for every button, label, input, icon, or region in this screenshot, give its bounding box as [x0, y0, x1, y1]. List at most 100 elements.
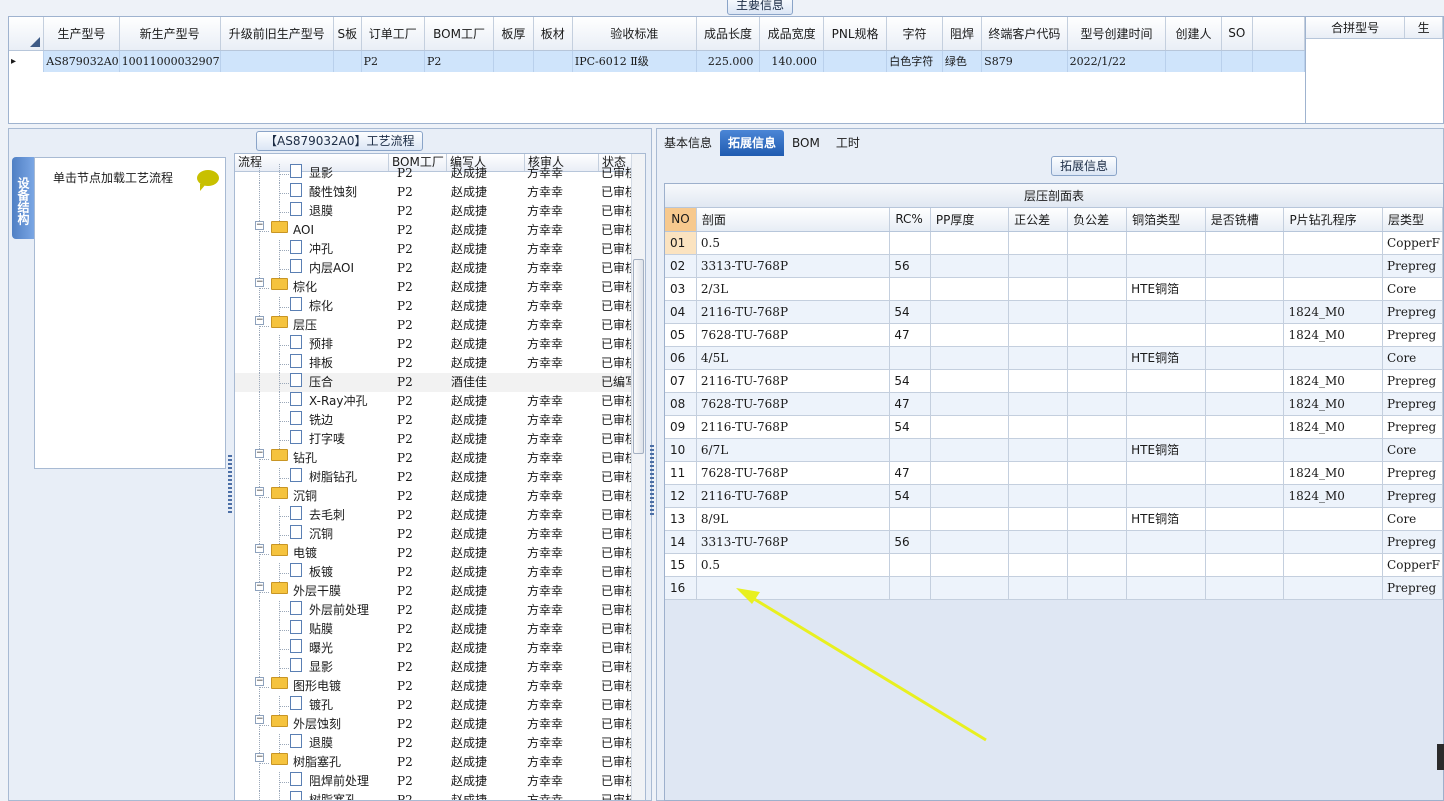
collapse-toggle-icon[interactable]: − [255, 316, 264, 325]
layup-cell[interactable] [1126, 415, 1206, 439]
layup-cell[interactable] [1008, 507, 1069, 531]
layup-cell[interactable] [1008, 392, 1069, 416]
layup-cell[interactable]: HTE铜箔 [1126, 346, 1206, 370]
column-header[interactable]: 成品长度 [696, 17, 761, 51]
column-header[interactable]: PNL规格 [823, 17, 888, 51]
layup-cell[interactable] [1008, 300, 1069, 324]
column-header[interactable]: 型号创建时间 [1067, 17, 1167, 51]
layup-cell[interactable] [1067, 507, 1128, 531]
layup-cell[interactable] [1008, 576, 1069, 600]
layup-cell[interactable] [1067, 369, 1128, 393]
layup-cell[interactable] [1067, 576, 1128, 600]
layup-cell[interactable] [930, 415, 1010, 439]
layup-cell[interactable] [1283, 530, 1384, 554]
tree-node[interactable]: −树脂塞孔P2赵成捷方幸幸已审核 [235, 753, 633, 772]
tab-basic-info[interactable]: 基本信息 [656, 130, 720, 156]
layup-cell[interactable] [1008, 438, 1069, 462]
layup-cell[interactable]: Core [1382, 438, 1443, 462]
layup-cell[interactable]: 11 [665, 461, 697, 485]
layup-cell[interactable]: CopperF [1382, 553, 1443, 577]
tree-node[interactable]: 外层前处理P2赵成捷方幸幸已审核 [235, 601, 633, 620]
layup-cell[interactable] [1008, 277, 1069, 301]
layup-cell[interactable]: 54 [889, 484, 931, 508]
layup-cell[interactable] [1008, 461, 1069, 485]
layup-cell[interactable] [1067, 300, 1128, 324]
layup-cell[interactable] [1067, 461, 1128, 485]
layup-row[interactable]: 11 7628-TU-768P 47 1824_M0 Prepreg [665, 461, 1443, 485]
layup-cell[interactable] [1067, 254, 1128, 278]
layup-cell[interactable] [1126, 369, 1206, 393]
tree-node[interactable]: 棕化P2赵成捷方幸幸已审核 [235, 297, 633, 316]
tree-node[interactable]: 压合P2酒佳佳已编写 [235, 373, 633, 392]
layup-cell[interactable]: 1824_M0 [1283, 300, 1384, 324]
column-header[interactable]: 板材 [533, 17, 573, 51]
layup-cell[interactable] [1283, 346, 1384, 370]
tree-node[interactable]: 铣边P2赵成捷方幸幸已审核 [235, 411, 633, 430]
layup-cell[interactable] [1205, 484, 1285, 508]
layup-cell[interactable]: 6/7L [696, 438, 891, 462]
layup-row[interactable]: 12 2116-TU-768P 54 1824_M0 Prepreg [665, 484, 1443, 508]
main-info-cell[interactable]: S879 [981, 50, 1068, 72]
column-header[interactable]: 新生产型号 [119, 17, 221, 51]
layup-column-header[interactable]: P片钻孔程序 [1283, 208, 1384, 232]
layup-cell[interactable] [1067, 277, 1128, 301]
column-header[interactable]: 成品宽度 [759, 17, 824, 51]
tree-node[interactable]: 显影P2赵成捷方幸幸已审核 [235, 164, 633, 183]
main-info-cell[interactable] [333, 50, 362, 72]
layup-cell[interactable]: 1824_M0 [1283, 461, 1384, 485]
tree-node[interactable]: 冲孔P2赵成捷方幸幸已审核 [235, 240, 633, 259]
layup-row[interactable]: 16 Prepreg [665, 576, 1443, 600]
layup-cell[interactable] [1067, 553, 1128, 577]
layup-cell[interactable] [1126, 254, 1206, 278]
layup-cell[interactable]: 09 [665, 415, 697, 439]
layup-cell[interactable]: 1824_M0 [1283, 415, 1384, 439]
layup-cell[interactable] [1283, 576, 1384, 600]
column-header[interactable]: SO [1221, 17, 1254, 51]
main-info-cell[interactable]: P2 [361, 50, 425, 72]
layup-cell[interactable]: 1824_M0 [1283, 323, 1384, 347]
column-header[interactable]: 升级前旧生产型号 [220, 17, 334, 51]
layup-cell[interactable] [930, 254, 1010, 278]
layup-cell[interactable] [930, 530, 1010, 554]
layup-cell[interactable] [1205, 323, 1285, 347]
layup-cell[interactable]: 47 [889, 323, 931, 347]
tree-node[interactable]: −图形电镀P2赵成捷方幸幸已审核 [235, 677, 633, 696]
layup-cell[interactable]: Prepreg [1382, 323, 1443, 347]
layup-cell[interactable]: Prepreg [1382, 300, 1443, 324]
layup-row[interactable]: 04 2116-TU-768P 54 1824_M0 Prepreg [665, 300, 1443, 324]
layup-cell[interactable] [1008, 231, 1069, 255]
column-header[interactable]: 字符 [886, 17, 943, 51]
layup-cell[interactable] [1283, 438, 1384, 462]
tree-node[interactable]: 酸性蚀刻P2赵成捷方幸幸已审核 [235, 183, 633, 202]
layup-cell[interactable] [1205, 461, 1285, 485]
layup-cell[interactable]: 01 [665, 231, 697, 255]
layup-column-header[interactable]: 负公差 [1067, 208, 1128, 232]
collapse-toggle-icon[interactable]: − [255, 753, 264, 762]
layup-cell[interactable]: 2116-TU-768P [696, 484, 891, 508]
layup-cell[interactable]: 14 [665, 530, 697, 554]
layup-cell[interactable] [1283, 254, 1384, 278]
layup-cell[interactable] [1205, 438, 1285, 462]
main-info-selected-row[interactable]: ▸ AS879032A0 10011000032907 P2 P2 IPC-6012 Ⅱ级… [9, 50, 1305, 72]
collapse-toggle-icon[interactable]: − [255, 544, 264, 553]
layup-column-header[interactable]: NO [665, 208, 697, 232]
layup-cell[interactable]: 54 [889, 415, 931, 439]
layup-cell[interactable] [930, 369, 1010, 393]
layup-cell[interactable]: Core [1382, 507, 1443, 531]
layup-cell[interactable]: Prepreg [1382, 392, 1443, 416]
layup-cell[interactable] [1205, 530, 1285, 554]
layup-column-header[interactable]: 是否铣槽 [1205, 208, 1285, 232]
layup-cell[interactable] [1205, 507, 1285, 531]
layup-cell[interactable] [1067, 346, 1128, 370]
layup-cell[interactable] [1126, 231, 1206, 255]
layup-cell[interactable] [1283, 553, 1384, 577]
layup-cell[interactable]: 04 [665, 300, 697, 324]
layup-cell[interactable]: 3313-TU-768P [696, 530, 891, 554]
tree-node[interactable]: 显影P2赵成捷方幸幸已审核 [235, 658, 633, 677]
main-info-cell[interactable]: 2022/1/22 [1067, 50, 1167, 72]
column-header[interactable]: S板 [333, 17, 362, 51]
tree-node[interactable]: −AOIP2赵成捷方幸幸已审核 [235, 221, 633, 240]
layup-cell[interactable]: 1824_M0 [1283, 392, 1384, 416]
layup-cell[interactable]: 2116-TU-768P [696, 300, 891, 324]
layup-row[interactable]: 08 7628-TU-768P 47 1824_M0 Prepreg [665, 392, 1443, 416]
